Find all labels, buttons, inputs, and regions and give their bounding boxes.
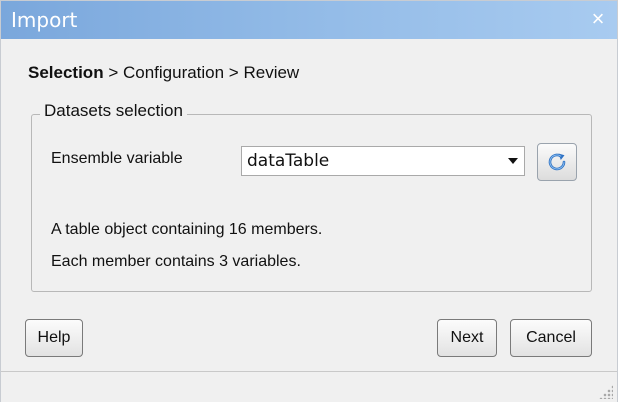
step-remaining: > Configuration > Review	[103, 63, 300, 82]
refresh-icon	[548, 153, 566, 171]
step-current: Selection	[28, 63, 104, 82]
resize-grip-icon[interactable]	[599, 385, 613, 399]
cancel-button[interactable]: Cancel	[510, 319, 592, 357]
status-bar	[1, 371, 617, 402]
ensemble-variable-dropdown[interactable]: dataTable	[241, 146, 525, 176]
title-bar[interactable]: Import ×	[1, 1, 617, 39]
datasets-selection-group: Datasets selection Ensemble variable dat…	[31, 101, 592, 292]
refresh-button[interactable]	[537, 143, 577, 181]
window-title: Import	[11, 8, 78, 32]
ensemble-variable-label: Ensemble variable	[51, 150, 183, 167]
next-button[interactable]: Next	[437, 319, 497, 357]
group-title: Datasets selection	[40, 101, 187, 121]
step-breadcrumb: Selection > Configuration > Review	[28, 63, 299, 83]
help-button[interactable]: Help	[25, 319, 83, 357]
description-line-2: Each member contains 3 variables.	[51, 253, 301, 270]
description-line-1: A table object containing 16 members.	[51, 221, 323, 238]
ensemble-variable-value: dataTable	[247, 151, 330, 171]
chevron-down-icon	[508, 158, 518, 164]
import-dialog: Import × Selection > Configuration > Rev…	[0, 0, 618, 402]
close-button[interactable]: ×	[585, 6, 611, 32]
